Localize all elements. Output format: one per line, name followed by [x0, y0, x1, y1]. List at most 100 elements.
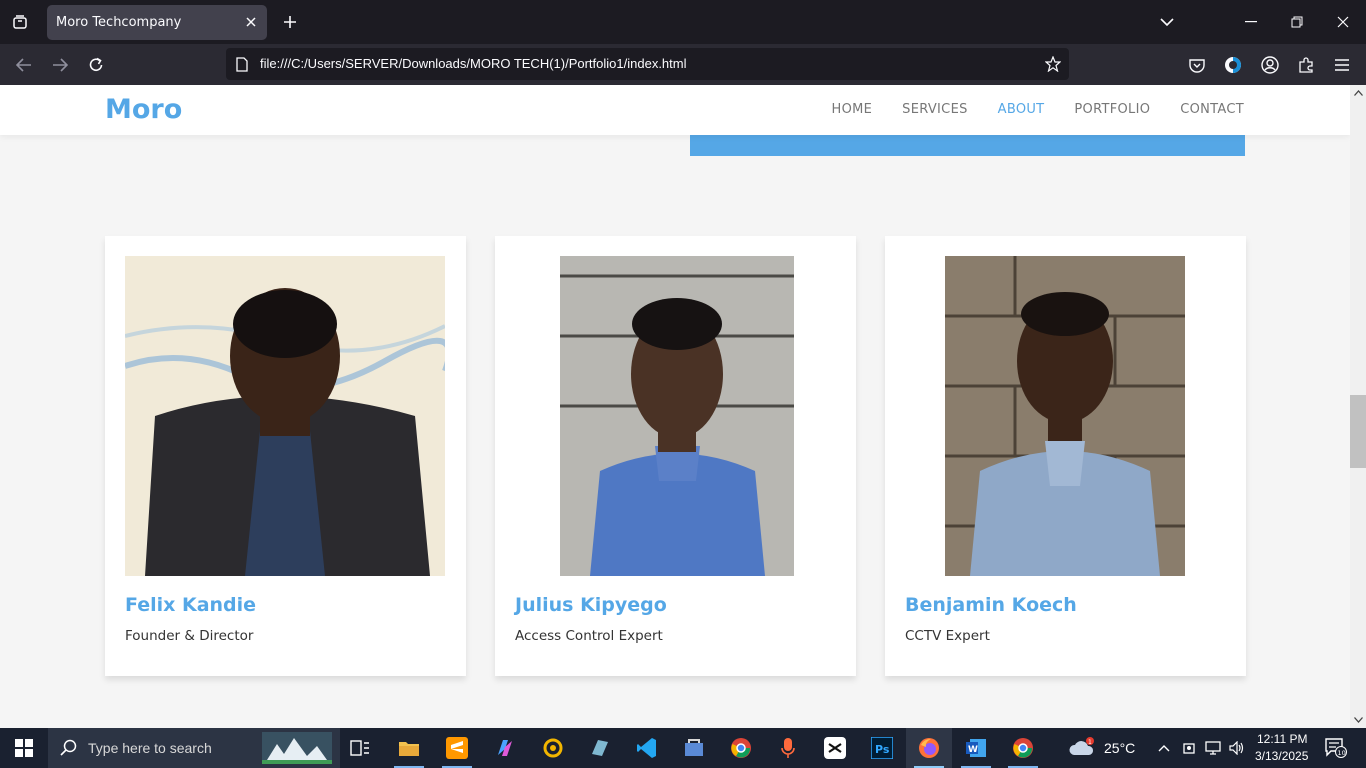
cloud-weather-icon: 1 [1069, 737, 1094, 755]
list-all-tabs-button[interactable] [1155, 10, 1179, 34]
person-photo-icon [945, 256, 1185, 576]
search-placeholder: Type here to search [88, 740, 212, 756]
weather-badge: 1 [1088, 739, 1092, 746]
nav-portfolio[interactable]: PORTFOLIO [1074, 102, 1150, 117]
page-scrollbar[interactable] [1350, 85, 1366, 728]
taskbar-app-tools[interactable] [671, 728, 717, 768]
site-nav: HOME SERVICES ABOUT PORTFOLIO CONTACT [832, 102, 1244, 117]
photoshop-icon: Ps [871, 737, 893, 759]
weather-widget[interactable]: 1 [1062, 728, 1102, 768]
chevron-down-icon [1353, 717, 1363, 723]
close-tab-button[interactable] [243, 14, 259, 30]
restore-button[interactable] [1274, 0, 1320, 44]
taskbar-app-orange[interactable] [530, 728, 576, 768]
account-button[interactable] [1257, 52, 1283, 78]
nav-services[interactable]: SERVICES [902, 102, 967, 117]
taskbar-chrome-profile[interactable] [1000, 728, 1046, 768]
taskbar-vscode[interactable] [624, 728, 670, 768]
clock-time: 12:11 PM [1257, 732, 1308, 746]
capcut-icon [824, 737, 846, 759]
new-tab-button[interactable] [278, 10, 302, 34]
person-photo-icon [125, 256, 445, 576]
notification-center-button[interactable]: 10 [1316, 728, 1356, 768]
taskbar-capcut[interactable] [812, 728, 858, 768]
microphone-icon [781, 738, 795, 758]
team-member-name: Julius Kipyego [515, 594, 667, 616]
extensions-button[interactable] [1293, 52, 1319, 78]
about-section-block [690, 135, 1245, 156]
taskbar-sublime-text[interactable] [434, 728, 480, 768]
tray-meet-now[interactable] [1178, 728, 1200, 768]
taskbar-chrome[interactable] [718, 728, 764, 768]
flower-icon [543, 738, 563, 758]
page-viewport: Moro HOME SERVICES ABOUT PORTFOLIO CONTA… [0, 85, 1350, 728]
firefox-icon [919, 738, 939, 758]
person-photo-icon [560, 256, 794, 576]
site-logo[interactable]: Moro [105, 94, 182, 125]
app-menu-button[interactable] [1329, 52, 1355, 78]
taskbar-photoshop[interactable]: Ps [859, 728, 905, 768]
team-member-role: Access Control Expert [515, 628, 663, 644]
taskbar-app-pages[interactable] [577, 728, 623, 768]
url-text: file:///C:/Users/SERVER/Downloads/MORO T… [260, 56, 687, 71]
sublime-text-icon [446, 737, 468, 759]
taskbar-file-explorer[interactable] [386, 728, 432, 768]
team-member-role: CCTV Expert [905, 628, 990, 644]
star-icon [1045, 56, 1061, 72]
tools-icon [685, 739, 703, 756]
browser-tab[interactable]: Moro Techcompany [47, 5, 267, 40]
nav-home[interactable]: HOME [832, 102, 873, 117]
tab-title: Moro Techcompany [56, 15, 182, 30]
windows-taskbar: Type here to search Ps W 1 25°C 12:11 PM… [0, 728, 1366, 768]
nav-contact[interactable]: CONTACT [1180, 102, 1244, 117]
windows-logo-icon [15, 739, 33, 757]
nav-about[interactable]: ABOUT [998, 102, 1045, 117]
device-icon [1183, 743, 1195, 754]
speaker-icon [1229, 741, 1244, 755]
arrow-left-icon [16, 58, 31, 72]
taskbar-firefox[interactable] [906, 728, 952, 768]
scroll-down-button[interactable] [1353, 715, 1363, 725]
taskbar-search[interactable]: Type here to search [48, 728, 340, 768]
start-button[interactable] [0, 728, 48, 768]
team-member-name: Benjamin Koech [905, 594, 1077, 616]
team-card: Julius Kipyego Access Control Expert [495, 236, 856, 676]
url-bar[interactable]: file:///C:/Users/SERVER/Downloads/MORO T… [226, 48, 1069, 80]
document-icon [236, 56, 248, 72]
show-hidden-icons-button[interactable] [1153, 728, 1175, 768]
taskbar-copilot[interactable] [482, 728, 528, 768]
team-member-role: Founder & Director [125, 628, 254, 644]
close-icon [1337, 16, 1349, 28]
bookmark-button[interactable] [1043, 54, 1063, 74]
search-icon [60, 739, 77, 756]
forward-button[interactable] [47, 52, 73, 78]
puzzle-icon [1299, 57, 1313, 73]
tab-overview-button[interactable] [0, 0, 40, 44]
tray-volume[interactable] [1226, 728, 1248, 768]
team-member-photo [945, 256, 1185, 576]
back-button[interactable] [11, 52, 37, 78]
close-icon [246, 17, 256, 27]
chevron-up-icon [1353, 90, 1363, 96]
pocket-icon [1189, 58, 1205, 73]
account-icon [1261, 56, 1279, 74]
scrollbar-thumb[interactable] [1350, 395, 1366, 468]
taskbar-voice-recorder[interactable] [765, 728, 811, 768]
task-view-button[interactable] [337, 728, 383, 768]
clock[interactable]: 12:11 PM 3/13/2025 [1249, 728, 1313, 768]
tab-overview-icon [13, 15, 27, 29]
taskbar-word[interactable]: W [953, 728, 999, 768]
scroll-up-button[interactable] [1353, 88, 1363, 98]
word-icon: W [966, 739, 986, 757]
tray-network[interactable] [1201, 728, 1225, 768]
notification-count: 10 [1338, 749, 1346, 757]
vscode-icon [637, 738, 656, 758]
close-window-button[interactable] [1320, 0, 1366, 44]
minimize-button[interactable] [1228, 0, 1274, 44]
pages-icon [592, 740, 608, 756]
pocket-button[interactable] [1184, 52, 1210, 78]
extension-dark-reader-button[interactable] [1220, 52, 1246, 78]
reload-button[interactable] [83, 52, 109, 78]
team-card: Benjamin Koech CCTV Expert [885, 236, 1246, 676]
plus-icon [284, 16, 296, 28]
